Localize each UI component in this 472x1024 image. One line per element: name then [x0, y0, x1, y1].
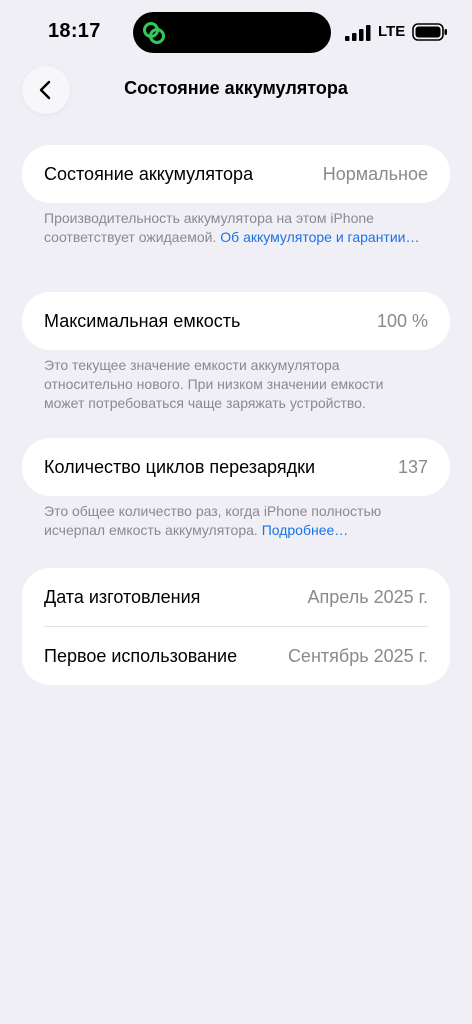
dates-card: Дата изготовления Апрель 2025 г. Первое … [22, 568, 450, 685]
cycle-count-footnote: Это общее количество раз, когда iPhone п… [44, 502, 424, 540]
battery-health-value: Нормальное [322, 163, 428, 184]
max-capacity-footnote: Это текущее значение емкости аккумулятор… [44, 357, 384, 411]
cycle-count-card: Количество циклов перезарядки 137 [22, 438, 450, 496]
status-bar: 18:17 LTE [0, 0, 472, 64]
network-type: LTE [378, 23, 406, 40]
battery-health-label: Состояние аккумулятора [44, 163, 254, 184]
cellular-signal-icon [345, 25, 371, 41]
battery-health-footnote: Производительность аккумулятора на этом … [44, 209, 424, 247]
battery-icon [412, 23, 447, 41]
max-capacity-label: Максимальная емкость [44, 310, 241, 331]
first-use-value: Сентябрь 2025 г. [287, 645, 428, 666]
battery-warranty-link[interactable]: Об аккумуляторе и гарантии… [220, 229, 419, 245]
status-time: 18:17 [48, 20, 101, 42]
dynamic-island [133, 12, 331, 53]
cycle-count-row: Количество циклов перезарядки 137 [22, 438, 450, 496]
cycle-count-label: Количество циклов перезарядки [44, 456, 316, 477]
max-capacity-row: Максимальная емкость 100 % [22, 292, 450, 350]
link-rings-icon [143, 22, 165, 44]
manufacture-date-row: Дата изготовления Апрель 2025 г. [22, 568, 450, 626]
max-capacity-value: 100 % [376, 310, 428, 331]
manufacture-date-label: Дата изготовления [44, 586, 201, 607]
manufacture-date-value: Апрель 2025 г. [307, 586, 428, 607]
page-title: Состояние аккумулятора [124, 78, 348, 98]
first-use-row: Первое использование Сентябрь 2025 г. [22, 627, 450, 685]
max-capacity-card: Максимальная емкость 100 % [22, 292, 450, 350]
cycle-count-value: 137 [397, 456, 428, 477]
battery-health-row: Состояние аккумулятора Нормальное [22, 145, 450, 203]
battery-health-card: Состояние аккумулятора Нормальное [22, 145, 450, 203]
first-use-label: Первое использование [44, 645, 238, 666]
cycle-more-link[interactable]: Подробнее… [262, 522, 349, 538]
